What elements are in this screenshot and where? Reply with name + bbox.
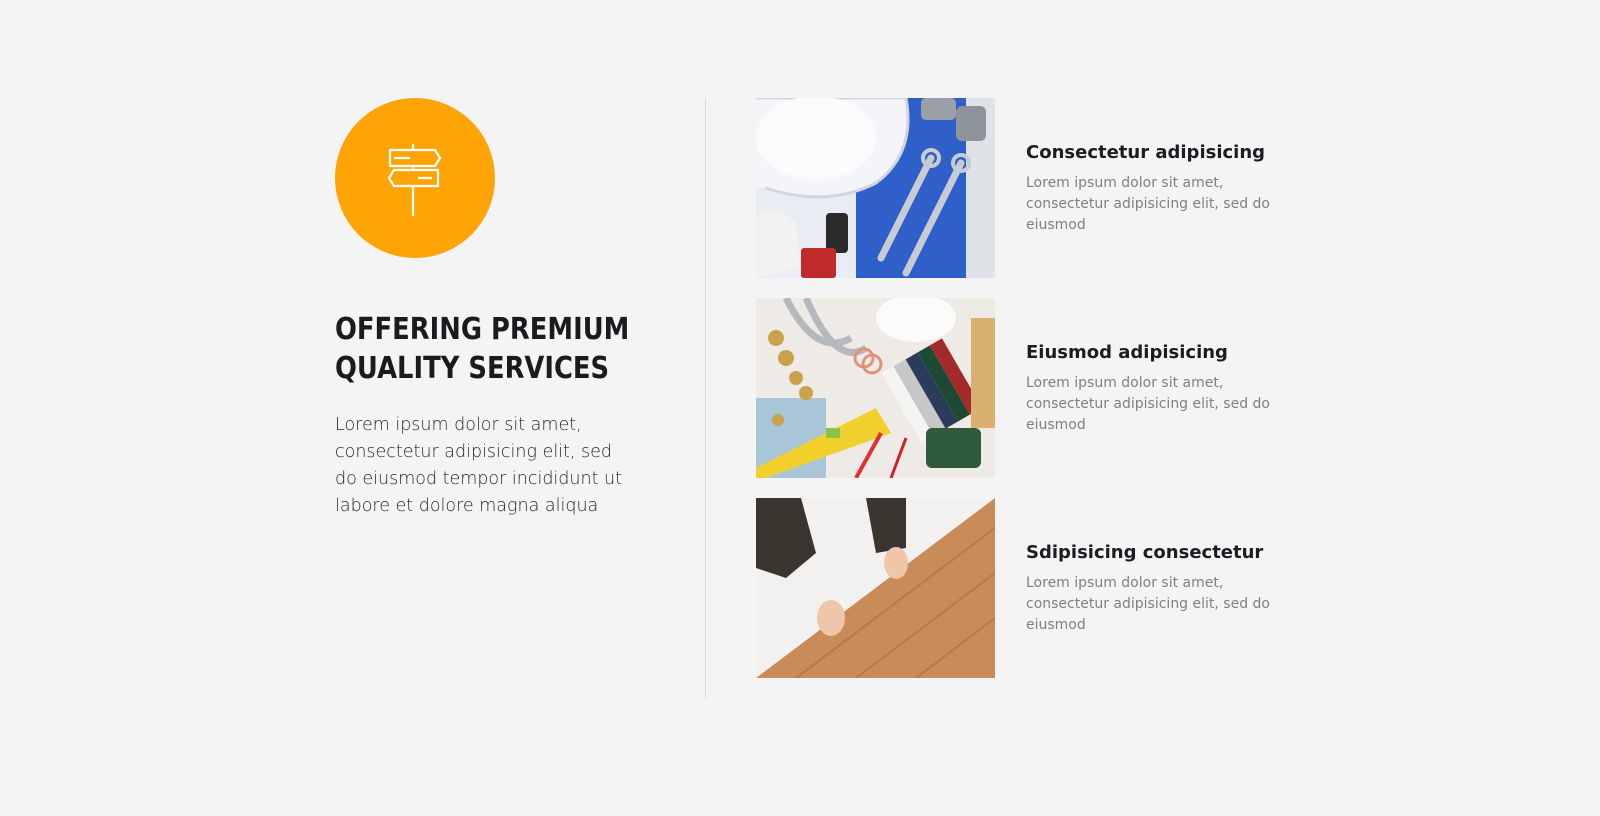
plumbing-supplies-photo xyxy=(756,298,995,478)
service-text: Eiusmod adipisicing Lorem ipsum dolor si… xyxy=(1026,298,1276,478)
section-intro: OFFERING PREMIUM QUALITY SERVICES Lorem … xyxy=(335,98,635,520)
service-description: Lorem ipsum dolor sit amet, consectetur … xyxy=(1026,574,1271,633)
signpost-icon xyxy=(335,98,495,258)
section-heading: OFFERING PREMIUM QUALITY SERVICES xyxy=(335,310,630,388)
service-description: Lorem ipsum dolor sit amet, consectetur … xyxy=(1026,174,1271,233)
service-item: Sdipisicing consectetur Lorem ipsum dolo… xyxy=(756,498,1276,678)
service-title[interactable]: Consectetur adipisicing xyxy=(1026,141,1276,165)
section-heading-line1: OFFERING PREMIUM xyxy=(335,312,630,347)
service-title[interactable]: Eiusmod adipisicing xyxy=(1026,341,1276,365)
section-intro-text: Lorem ipsum dolor sit amet, consectetur … xyxy=(335,415,622,516)
services-section: OFFERING PREMIUM QUALITY SERVICES Lorem … xyxy=(0,0,1600,816)
service-item: Eiusmod adipisicing Lorem ipsum dolor si… xyxy=(756,298,1276,478)
service-text: Sdipisicing consectetur Lorem ipsum dolo… xyxy=(1026,498,1276,678)
section-heading-line2: QUALITY SERVICES xyxy=(335,351,610,386)
service-item: Consectetur adipisicing Lorem ipsum dolo… xyxy=(756,98,1276,278)
service-text: Consectetur adipisicing Lorem ipsum dolo… xyxy=(1026,98,1276,278)
hard-hat-tools-photo xyxy=(756,98,995,278)
vertical-divider xyxy=(705,98,706,698)
service-description: Lorem ipsum dolor sit amet, consectetur … xyxy=(1026,374,1271,433)
service-title[interactable]: Sdipisicing consectetur xyxy=(1026,541,1276,565)
floor-installation-photo xyxy=(756,498,995,678)
